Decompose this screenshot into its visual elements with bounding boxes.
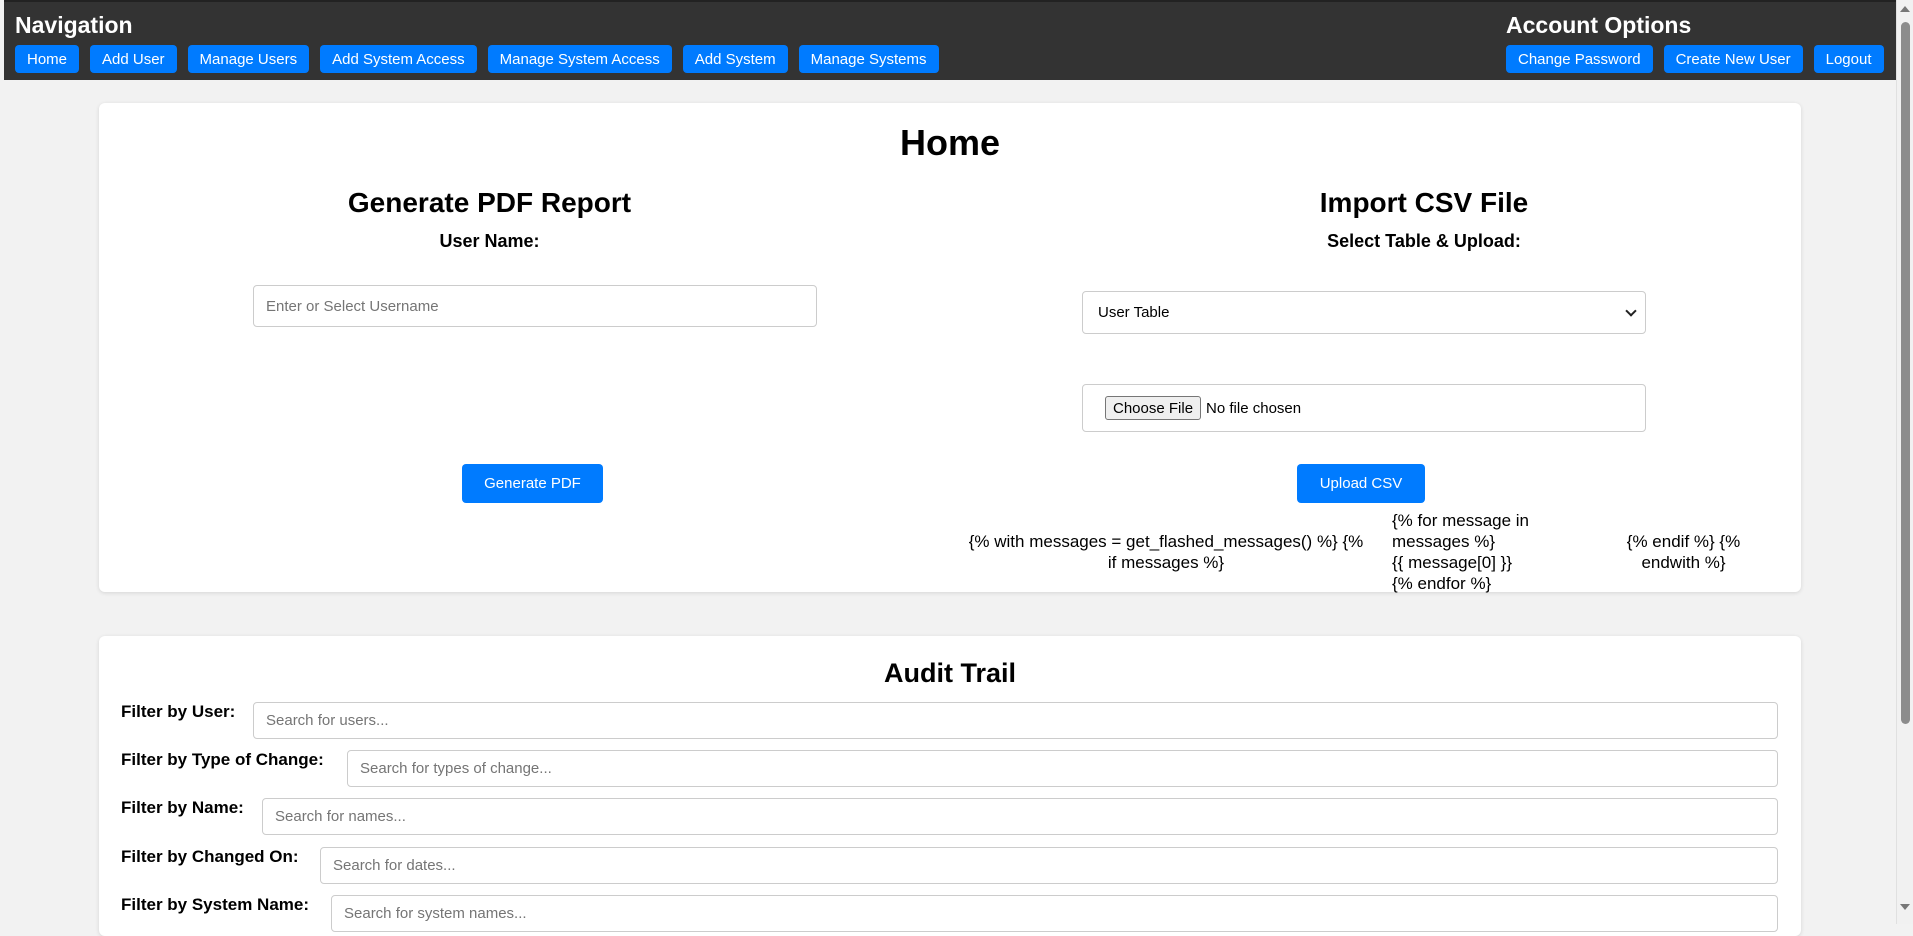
logout-button[interactable]: Logout (1813, 45, 1884, 73)
page-scrollbar[interactable] (1896, 0, 1913, 924)
filter-system-name-input[interactable] (331, 895, 1778, 932)
nav-home-button[interactable]: Home (15, 45, 80, 73)
scroll-down-icon[interactable] (1900, 904, 1910, 910)
username-input[interactable] (253, 285, 817, 327)
choose-file-button[interactable]: Choose File (1105, 396, 1202, 420)
page-title: Home (899, 122, 1001, 163)
filter-user-label: Filter by User: (121, 702, 236, 721)
audit-trail-card: Audit Trail Filter by User: Filter by Ty… (99, 636, 1801, 936)
scrollbar-thumb[interactable] (1901, 22, 1910, 724)
pdf-section-title: Generate PDF Report (347, 187, 632, 218)
filter-name-input[interactable] (262, 798, 1778, 835)
account-options-title: Account Options (1506, 12, 1692, 38)
filter-user-input[interactable] (253, 702, 1778, 739)
home-card: Home Generate PDF Report User Name: Gene… (99, 103, 1801, 593)
csv-file-input[interactable]: Choose File No file chosen (1082, 384, 1646, 432)
filter-system-name-label: Filter by System Name: (121, 895, 310, 914)
change-password-button[interactable]: Change Password (1506, 45, 1653, 73)
navigation-title: Navigation (15, 12, 133, 38)
filter-name-label: Filter by Name: (121, 798, 244, 817)
csv-section-title: Import CSV File (1319, 187, 1529, 218)
nav-add-user-button[interactable]: Add User (90, 45, 177, 73)
template-with-text: {% with messages = get_flashed_messages(… (968, 532, 1364, 572)
nav-add-system-access-button[interactable]: Add System Access (320, 45, 477, 73)
template-end-text: {% endif %} {% endwith %} (1626, 532, 1741, 572)
account-buttons: Change Password Create New User Logout (1506, 45, 1884, 73)
upload-csv-button[interactable]: Upload CSV (1297, 464, 1425, 503)
top-navbar: Navigation Home Add User Manage Users Ad… (4, 0, 1896, 80)
filter-type-input[interactable] (347, 750, 1778, 787)
nav-manage-systems-button[interactable]: Manage Systems (798, 45, 939, 73)
navigation-group: Navigation Home Add User Manage Users Ad… (15, 12, 939, 73)
username-label: User Name: (439, 231, 540, 251)
create-new-user-button[interactable]: Create New User (1663, 45, 1803, 73)
chevron-down-icon (1625, 304, 1637, 317)
nav-manage-system-access-button[interactable]: Manage System Access (487, 45, 672, 73)
filter-type-label: Filter by Type of Change: (121, 750, 324, 769)
scroll-up-icon[interactable] (1900, 6, 1910, 12)
navigation-buttons: Home Add User Manage Users Add System Ac… (15, 45, 939, 73)
account-options-group: Account Options Change Password Create N… (1506, 12, 1884, 73)
filter-changed-on-input[interactable] (320, 847, 1778, 884)
file-status-text: No file chosen (1206, 399, 1302, 417)
select-table-label: Select Table & Upload: (1327, 231, 1521, 251)
nav-manage-users-button[interactable]: Manage Users (187, 45, 310, 73)
table-select-value: User Table (1098, 304, 1170, 321)
table-select[interactable]: User Table (1082, 291, 1646, 334)
audit-trail-title: Audit Trail (883, 658, 1016, 688)
nav-add-system-button[interactable]: Add System (682, 45, 788, 73)
generate-pdf-button[interactable]: Generate PDF (462, 464, 603, 503)
filter-changed-on-label: Filter by Changed On: (121, 847, 299, 866)
template-for-text: {% for message in messages %} {{ message… (1392, 511, 1530, 593)
